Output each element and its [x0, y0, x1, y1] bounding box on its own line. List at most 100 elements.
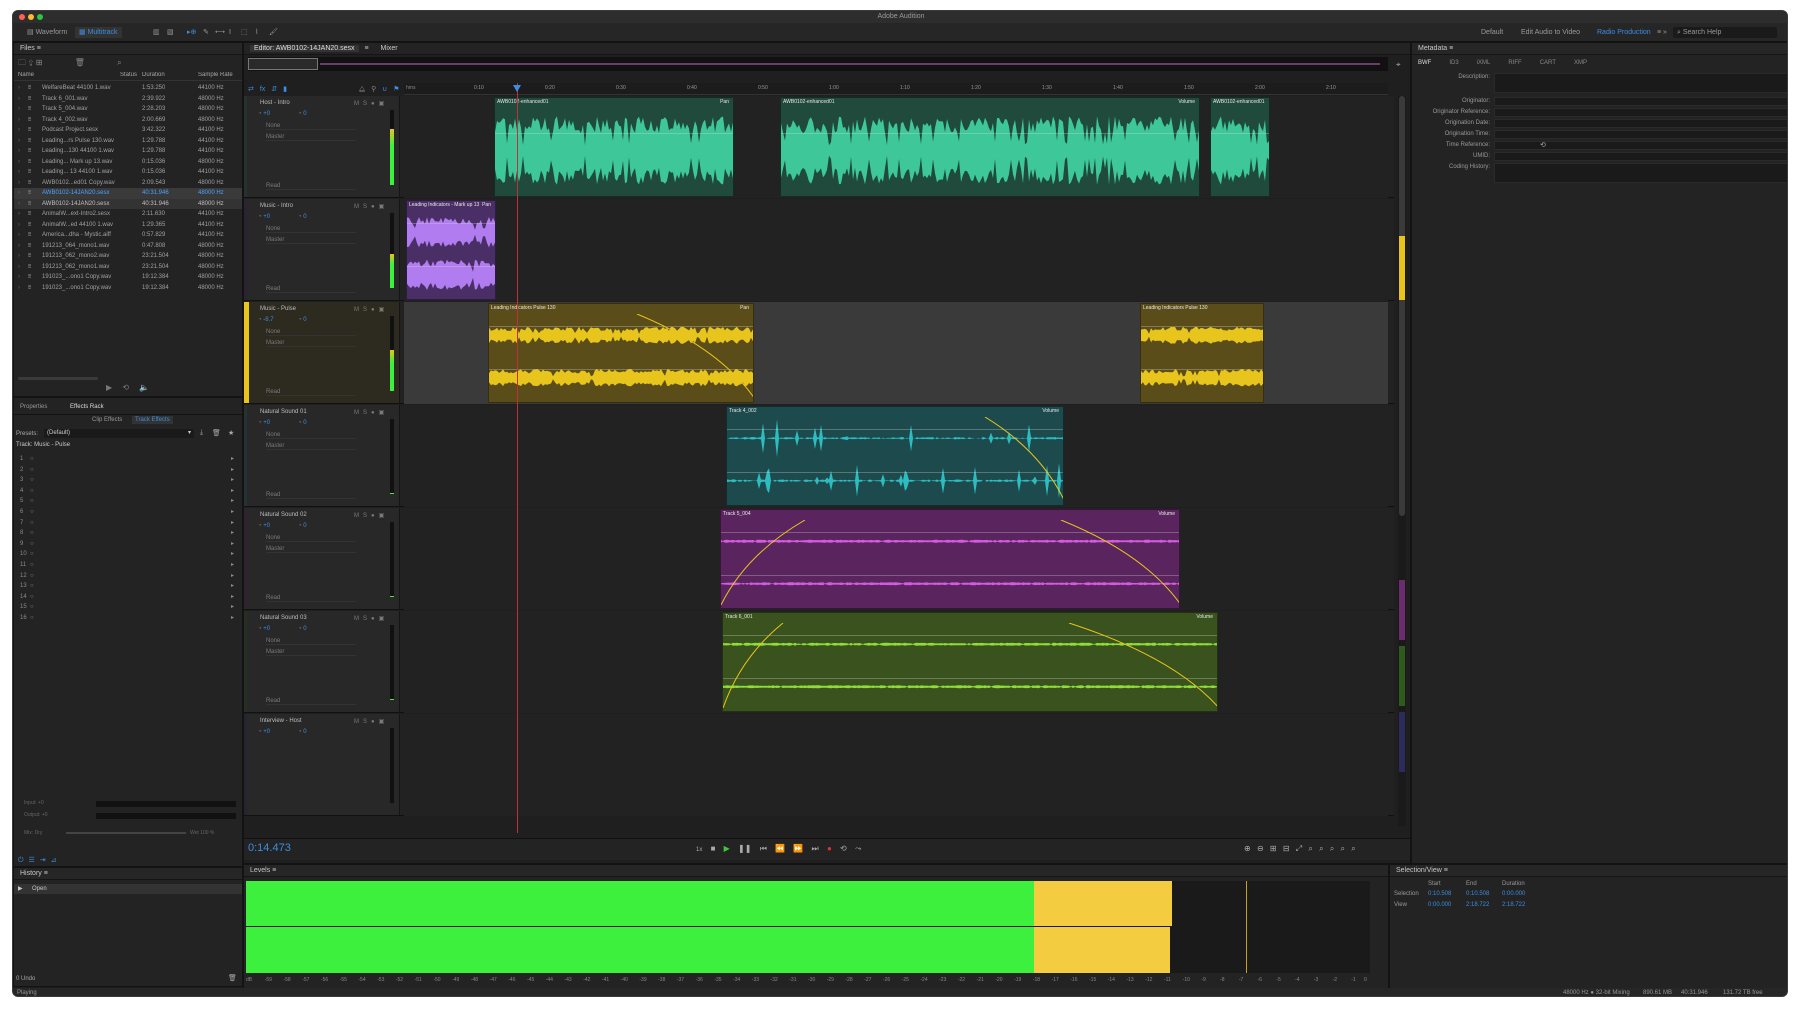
- expand-icon[interactable]: ›: [18, 167, 20, 178]
- pan-value[interactable]: 0: [303, 523, 306, 529]
- clip-envelope-select[interactable]: Pan: [482, 202, 491, 208]
- clip-envelope-select[interactable]: Volume: [1158, 511, 1175, 517]
- track-lane[interactable]: Track 6_001 Volume: [404, 611, 1388, 713]
- col-duration[interactable]: Duration: [142, 72, 165, 78]
- zoom-out-time-icon[interactable]: ⊟: [1283, 844, 1290, 853]
- power-icon[interactable]: ○: [30, 604, 34, 610]
- mixer-tab[interactable]: Mixer: [381, 45, 398, 52]
- zoom-in-amplitude-icon[interactable]: ⊕: [1244, 844, 1251, 853]
- effect-slot[interactable]: 15 ○ ▸: [14, 602, 242, 613]
- track-pan[interactable]: ◔ 0: [298, 111, 307, 117]
- clip-envelope-select[interactable]: Volume: [1196, 614, 1213, 620]
- file-row[interactable]: › ⩩ Leading... 13 44100 1.wav 0:15.036 44100…: [14, 167, 242, 178]
- playhead[interactable]: [517, 83, 518, 833]
- col-status[interactable]: Status: [120, 72, 137, 78]
- more-workspaces-icon[interactable]: ≡ »: [1653, 27, 1671, 38]
- save-preset-icon[interactable]: ⤓: [200, 429, 203, 437]
- arm-button[interactable]: ●: [371, 616, 375, 622]
- expand-icon[interactable]: ›: [18, 262, 20, 273]
- expand-icon[interactable]: ›: [18, 146, 20, 157]
- expand-icon[interactable]: ›: [18, 209, 20, 220]
- metadata-tab-bwf[interactable]: BWF: [1418, 60, 1431, 66]
- slot-menu-icon[interactable]: ▸: [231, 475, 234, 486]
- solo-button[interactable]: S: [363, 513, 367, 519]
- eq-icon[interactable]: ⇵: [271, 86, 277, 93]
- monitor-button[interactable]: ▣: [379, 307, 385, 313]
- automation-mode[interactable]: Read: [266, 492, 356, 499]
- mute-button[interactable]: M: [354, 616, 359, 622]
- file-row[interactable]: › ⩩ 191213_062_mono2.wav 23:21.504 48000 Hz: [14, 251, 242, 262]
- expand-icon[interactable]: ›: [18, 115, 20, 126]
- zoom-out-point-icon[interactable]: ⌕: [1319, 844, 1323, 853]
- power-icon[interactable]: ○: [30, 551, 34, 557]
- overview-view-handle[interactable]: [248, 58, 318, 70]
- vertical-scrollbar[interactable]: [1398, 96, 1406, 826]
- automation-mode[interactable]: Read: [266, 595, 356, 602]
- new-file-icon[interactable]: ⊞: [36, 58, 43, 67]
- power-icon[interactable]: ○: [30, 562, 34, 568]
- expand-icon[interactable]: ›: [18, 230, 20, 241]
- expand-icon[interactable]: ›: [18, 241, 20, 252]
- editor-tab-menu-icon[interactable]: ≡: [364, 45, 368, 52]
- clip-envelope-select[interactable]: Volume: [1042, 408, 1059, 414]
- workspace-radio-production[interactable]: Radio Production: [1593, 27, 1655, 38]
- slot-menu-icon[interactable]: ▸: [231, 507, 234, 518]
- skip-icon[interactable]: ⤳: [855, 844, 861, 853]
- zoom-in-point-icon[interactable]: ⌕: [1308, 844, 1312, 853]
- power-icon[interactable]: ○: [30, 477, 34, 483]
- output-select[interactable]: Master: [266, 134, 356, 141]
- monitor-button[interactable]: ▣: [379, 410, 385, 416]
- marker-icon[interactable]: ⚑: [393, 86, 399, 93]
- zoom-window-button[interactable]: [37, 14, 43, 20]
- metadata-tab-xmp[interactable]: XMP: [1574, 60, 1587, 66]
- audio-clip[interactable]: AWB0102-enhanced01: [1210, 97, 1270, 197]
- volume-value[interactable]: -8.7: [263, 317, 273, 323]
- loop-preview-icon[interactable]: ⟲: [122, 383, 129, 392]
- slot-menu-icon[interactable]: ▸: [231, 592, 234, 603]
- power-icon[interactable]: ○: [30, 530, 34, 536]
- slot-menu-icon[interactable]: ▸: [231, 549, 234, 560]
- power-icon[interactable]: ○: [30, 541, 34, 547]
- sync-icon[interactable]: ⧋: [359, 86, 365, 93]
- clip-envelope-select[interactable]: Pan: [740, 305, 749, 311]
- track-pan[interactable]: ◔ 0: [298, 317, 307, 323]
- effect-slot[interactable]: 1 ○ ▸: [14, 454, 242, 465]
- sel-duration[interactable]: 0:00.000: [1502, 891, 1525, 897]
- effect-slot[interactable]: 12 ○ ▸: [14, 571, 242, 582]
- monitor-button[interactable]: ▣: [379, 101, 385, 107]
- slot-menu-icon[interactable]: ▸: [231, 613, 234, 624]
- power-icon[interactable]: ○: [30, 467, 34, 473]
- input-select[interactable]: None: [266, 329, 356, 336]
- monitor-button[interactable]: ▣: [379, 513, 385, 519]
- expand-icon[interactable]: ›: [18, 220, 20, 231]
- track-header[interactable]: Interview - Host M S ● ▣ ◔ +0 ◔ 0: [244, 714, 400, 815]
- zoom-track-out-icon[interactable]: ⌕: [1351, 844, 1355, 853]
- automation-mode[interactable]: Read: [266, 286, 356, 293]
- arm-button[interactable]: ●: [371, 410, 375, 416]
- track-lane[interactable]: [404, 714, 1388, 816]
- files-search-icon[interactable]: ⌕: [117, 58, 121, 67]
- file-row[interactable]: › ⩩ 191023_...ono1 Copy.wav 19:12.384 48000 …: [14, 272, 242, 283]
- volume-value[interactable]: +0: [263, 214, 270, 220]
- move-tool-icon[interactable]: ▸⊕: [183, 27, 200, 38]
- file-row[interactable]: › ⩩ AWB0102...ed01 Copy.wav 2:09.543 48000 H…: [14, 178, 242, 189]
- track-name[interactable]: Music - Pulse: [260, 306, 296, 312]
- play-preview-icon[interactable]: ▶: [106, 383, 112, 392]
- fx-clip-icon[interactable]: ⊿: [51, 857, 57, 864]
- volume-value[interactable]: +0: [263, 729, 270, 735]
- file-row[interactable]: › ⩩ Leading... Mark up 13.wav 0:15.036 48000…: [14, 157, 242, 168]
- metadata-tab-id3[interactable]: ID3: [1449, 60, 1458, 66]
- file-row[interactable]: › ⩩ 191213_062_mono1.wav 23:21.504 48000 Hz: [14, 262, 242, 273]
- mute-button[interactable]: M: [354, 307, 359, 313]
- go-to-start-icon[interactable]: ⏮: [760, 844, 767, 853]
- files-scrollbar[interactable]: [18, 377, 98, 380]
- mix-slider[interactable]: [66, 832, 186, 834]
- track-name[interactable]: Natural Sound 01: [260, 409, 307, 415]
- slot-menu-icon[interactable]: ▸: [231, 528, 234, 539]
- track-lane[interactable]: Track 4_002 Volume: [404, 405, 1388, 507]
- slot-menu-icon[interactable]: ▸: [231, 496, 234, 507]
- file-row[interactable]: › ⩩ AWB0102-14JAN20.sesx 40:31.946 48000 Hz: [14, 188, 242, 199]
- input-select[interactable]: None: [266, 226, 356, 233]
- slot-menu-icon[interactable]: ▸: [231, 560, 234, 571]
- record-icon[interactable]: ●: [827, 844, 832, 853]
